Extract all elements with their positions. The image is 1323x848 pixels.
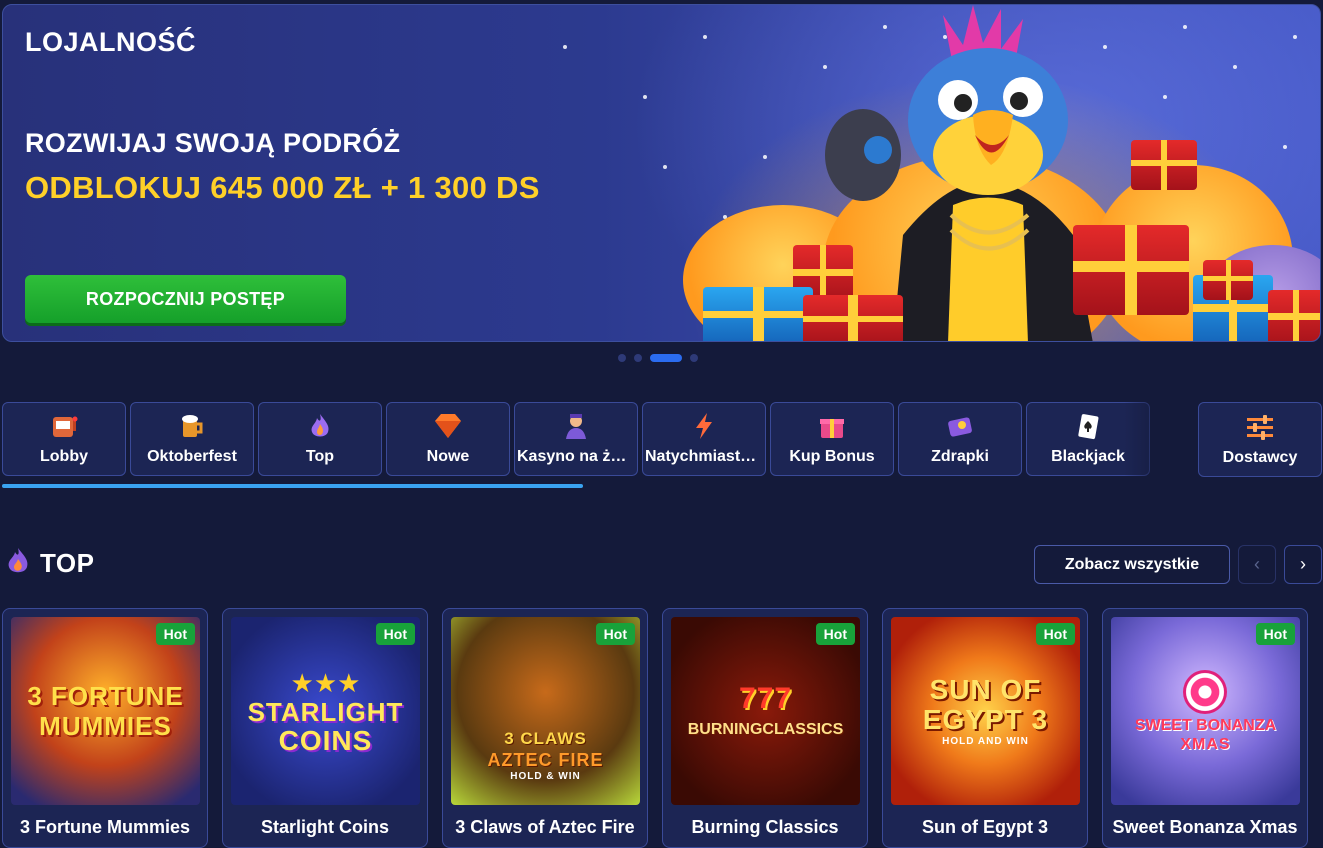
flame-icon <box>305 411 335 441</box>
section-header: TOP <box>4 546 94 581</box>
hot-badge: Hot <box>815 623 855 645</box>
category-tab-scratch[interactable]: Zdrapki <box>898 402 1022 476</box>
game-art-text: COINS <box>278 724 373 756</box>
game-art-text: BURNINGCLASSICS <box>687 721 844 738</box>
category-tab-lobby[interactable]: Lobby <box>2 402 126 476</box>
category-tab-buy-bonus[interactable]: Kup Bonus <box>770 402 894 476</box>
gift-box-icon <box>803 295 903 341</box>
tabs-scrollbar[interactable] <box>2 484 583 488</box>
category-tab-label: Kup Bonus <box>789 448 875 465</box>
category-tab-top[interactable]: Top <box>258 402 382 476</box>
category-tab-label: Blackjack <box>1051 448 1125 465</box>
providers-label: Dostawcy <box>1222 449 1298 466</box>
game-card[interactable]: SWEET BONANZA XMAS Hot Sweet Bonanza Xma… <box>1102 608 1308 848</box>
game-art-text: STARLIGHT <box>247 696 404 727</box>
category-tab-live-casino[interactable]: Kasyno na żywo <box>514 402 638 476</box>
category-tab-label: Natychmiastowe <box>645 448 763 465</box>
chevron-right-icon: › <box>1300 554 1306 574</box>
game-art-text: XMAS <box>1180 735 1231 753</box>
game-art-text: MUMMIES <box>39 711 172 741</box>
category-tab-label: Nowe <box>426 448 470 465</box>
flame-icon <box>4 546 32 581</box>
game-art-text: HOLD AND WIN <box>942 735 1029 747</box>
game-art-text: SUN OF <box>929 673 1042 705</box>
hot-badge: Hot <box>595 623 635 645</box>
providers-button[interactable]: Dostawcy <box>1198 402 1322 477</box>
card-icon <box>1073 411 1103 441</box>
banner-title: ROZWIJAJ SWOJĄ PODRÓŻ <box>25 128 401 158</box>
category-tab-instant[interactable]: Natychmiastowe <box>642 402 766 476</box>
gift-icon <box>817 411 847 441</box>
game-title: Starlight Coins <box>260 817 389 837</box>
banner-label: LOJALNOŚĆ <box>25 27 197 57</box>
slot-machine-icon <box>49 411 79 441</box>
gift-box-icon <box>1073 225 1189 315</box>
game-art-text: 3 FORTUNE <box>27 681 184 711</box>
game-card[interactable]: ★★★ STARLIGHT COINS Hot Starlight Coins <box>222 608 428 848</box>
game-thumbnail: 777 BURNINGCLASSICS <box>671 617 860 805</box>
carousel-dot[interactable] <box>634 354 642 362</box>
sliders-icon <box>1245 413 1275 446</box>
gift-box-icon <box>703 287 813 341</box>
game-card[interactable]: 777 BURNINGCLASSICS Hot Burning Classics <box>662 608 868 848</box>
game-thumbnail: 3 FORTUNE MUMMIES <box>11 617 200 805</box>
game-art-text: 777 <box>738 682 793 715</box>
carousel-dot[interactable] <box>618 354 626 362</box>
hot-badge: Hot <box>155 623 195 645</box>
dealer-icon <box>561 411 591 441</box>
category-tabs: Lobby Oktoberfest Top Nowe Kasyno na żyw… <box>2 402 1150 476</box>
game-art-text: SWEET BONANZA <box>1134 716 1277 734</box>
stars-icon: ★★★ <box>290 667 361 698</box>
section-title: TOP <box>40 548 95 578</box>
category-tab-label: Top <box>305 448 335 465</box>
hot-badge: Hot <box>1255 623 1295 645</box>
chevron-left-icon: ‹ <box>1254 554 1260 574</box>
carousel-pagination <box>618 354 698 362</box>
game-title: Sweet Bonanza Xmas <box>1112 817 1298 837</box>
game-card[interactable]: 3 FORTUNE MUMMIES Hot 3 Fortune Mummies <box>2 608 208 848</box>
carousel-prev-button[interactable]: ‹ <box>1238 545 1276 584</box>
category-tab-label: Zdrapki <box>931 448 989 465</box>
start-progress-button[interactable]: ROZPOCZNIJ POSTĘP <box>25 275 346 323</box>
game-art-text: AZTEC FIRE <box>487 750 604 770</box>
game-title: Burning Classics <box>691 817 839 837</box>
game-thumbnail: SUN OF EGYPT 3 HOLD AND WIN <box>891 617 1080 805</box>
category-tab-label: Oktoberfest <box>147 448 237 465</box>
gift-box-icon <box>1131 140 1197 190</box>
banner-subtitle: ODBLOKUJ 645 000 ZŁ + 1 300 DS <box>25 170 540 205</box>
candy-icon <box>1183 669 1228 714</box>
carousel-next-button[interactable]: › <box>1284 545 1322 584</box>
see-all-button[interactable]: Zobacz wszystkie <box>1034 545 1230 584</box>
category-tab-label: Lobby <box>40 448 88 465</box>
game-card[interactable]: SUN OF EGYPT 3 HOLD AND WIN Hot Sun of E… <box>882 608 1088 848</box>
game-title: Sun of Egypt 3 <box>922 817 1048 837</box>
game-card[interactable]: 3 CLAWS AZTEC FIRE HOLD & WIN Hot 3 Claw… <box>442 608 648 848</box>
category-tab-oktoberfest[interactable]: Oktoberfest <box>130 402 254 476</box>
gift-box-icon <box>1203 260 1253 300</box>
game-list: 3 FORTUNE MUMMIES Hot 3 Fortune Mummies … <box>2 608 1308 848</box>
tabs-fade-overlay <box>1124 402 1196 484</box>
lightning-icon <box>689 411 719 441</box>
game-art-text: HOLD & WIN <box>510 771 581 782</box>
scratch-card-icon <box>945 411 975 441</box>
hot-badge: Hot <box>1035 623 1075 645</box>
carousel-dot[interactable] <box>690 354 698 362</box>
game-title: 3 Claws of Aztec Fire <box>455 817 635 837</box>
game-art-text: 3 CLAWS <box>504 729 587 748</box>
beer-mug-icon <box>177 411 207 441</box>
loyalty-banner[interactable]: LOJALNOŚĆ ROZWIJAJ SWOJĄ PODRÓŻ ODBLOKUJ… <box>2 4 1321 342</box>
category-tab-label: Kasyno na żywo <box>517 448 635 465</box>
gift-box-icon <box>1268 290 1320 341</box>
hot-badge: Hot <box>375 623 415 645</box>
game-thumbnail: ★★★ STARLIGHT COINS <box>231 617 420 805</box>
game-art-text: EGYPT 3 <box>922 703 1049 735</box>
game-thumbnail: SWEET BONANZA XMAS <box>1111 617 1300 805</box>
game-thumbnail: 3 CLAWS AZTEC FIRE HOLD & WIN <box>451 617 640 805</box>
diamond-icon <box>433 411 463 441</box>
category-tab-new[interactable]: Nowe <box>386 402 510 476</box>
game-title: 3 Fortune Mummies <box>19 817 191 837</box>
carousel-dot-active[interactable] <box>650 354 682 362</box>
